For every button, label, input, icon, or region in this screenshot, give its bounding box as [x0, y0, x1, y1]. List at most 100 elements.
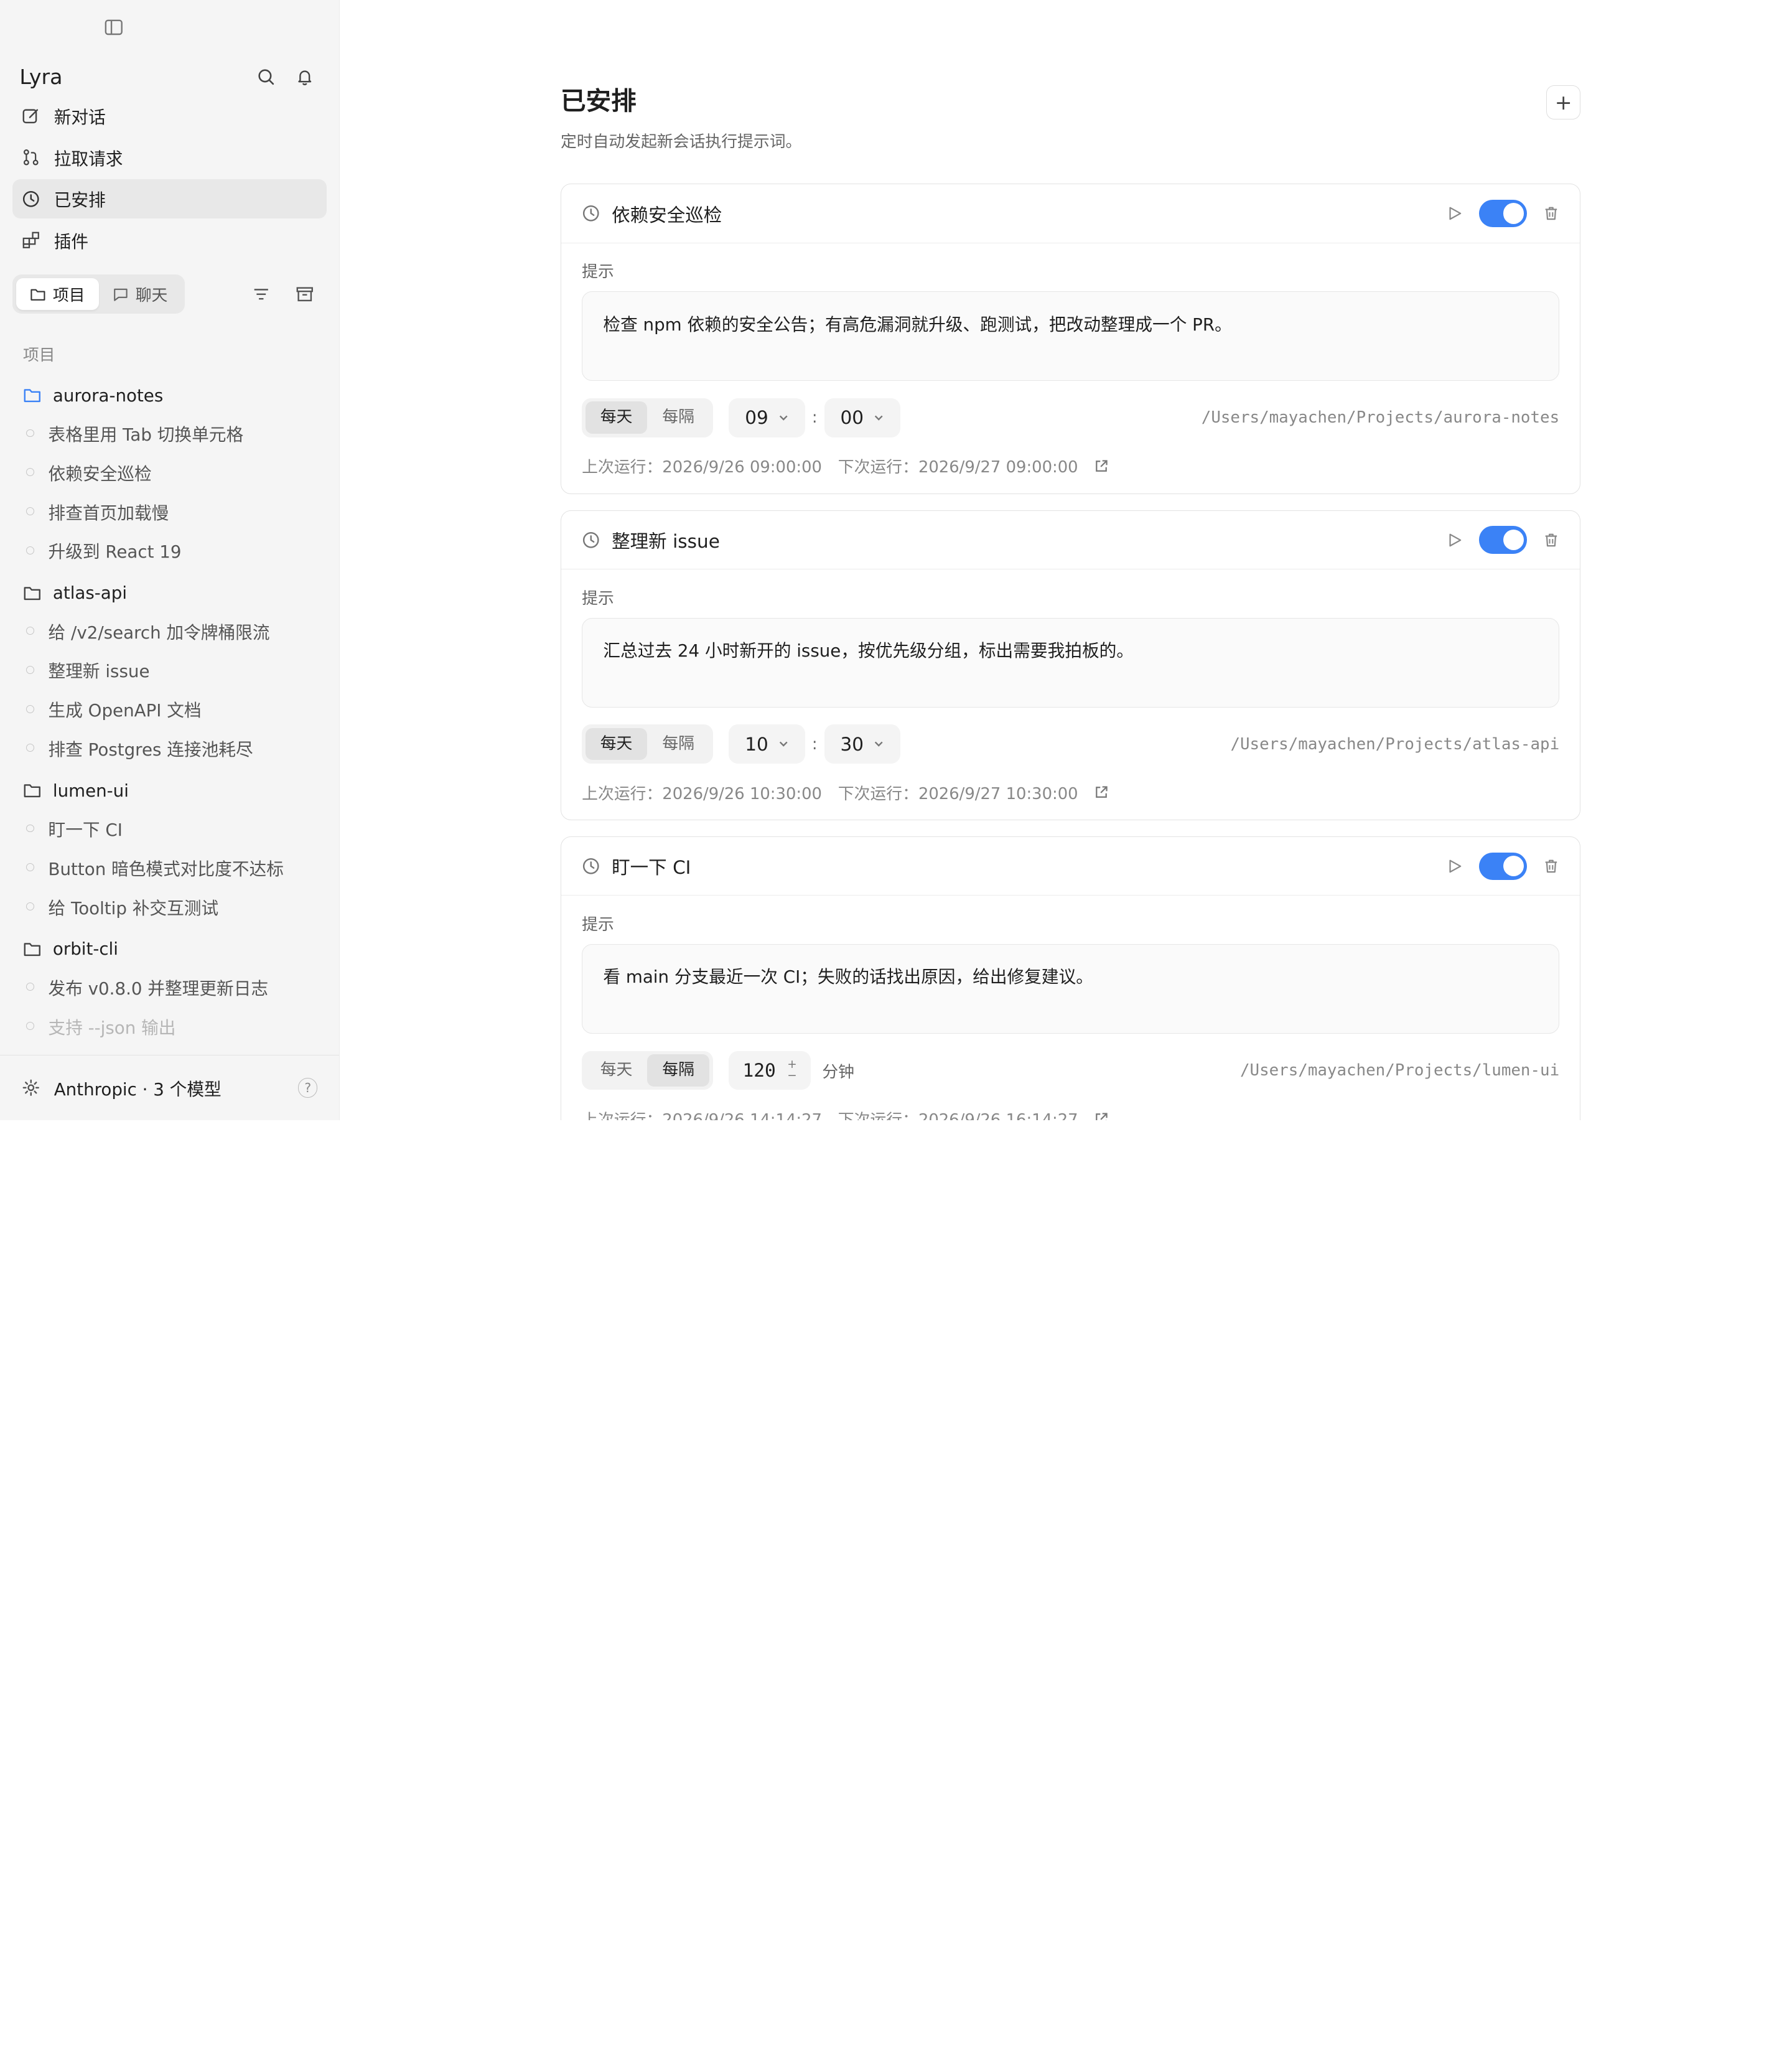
mode-interval-button[interactable]: 每隔: [647, 401, 709, 434]
next-run-value: 2026/9/26 16:14:27: [918, 1111, 1078, 1120]
working-directory[interactable]: /Users/mayachen/Projects/lumen-ui: [1240, 1061, 1559, 1080]
status-dot: [26, 546, 35, 554]
segment-label: 聊天: [135, 286, 168, 306]
external-link-icon[interactable]: [1094, 459, 1109, 474]
prompt-label: 提示: [582, 263, 614, 282]
prompt-field[interactable]: 检查 npm 依赖的安全公告；有高危漏洞就升级、跑测试，把改动整理成一个 PR。: [582, 291, 1560, 381]
mode-daily-button[interactable]: 每天: [585, 728, 648, 760]
project-folder[interactable]: aurora-notes: [12, 377, 327, 414]
clock-icon: [583, 531, 599, 548]
clock-icon: [23, 190, 39, 207]
list-item[interactable]: 给 Tooltip 补交互测试: [12, 887, 327, 926]
chevron-down-icon: [779, 741, 788, 747]
status-dot: [26, 824, 35, 833]
hour-select[interactable]: 10: [729, 724, 805, 764]
last-run-label: 上次运行：: [582, 1111, 662, 1120]
folder-icon: [24, 943, 40, 957]
prompt-label: 提示: [582, 915, 614, 935]
help-icon[interactable]: ?: [298, 1078, 318, 1098]
list-item[interactable]: 整理新 issue: [12, 650, 327, 690]
list-item[interactable]: 表格里用 Tab 切换单元格: [12, 414, 327, 453]
bell-icon[interactable]: [294, 65, 317, 88]
project-tree: 项目 aurora-notes 表格里用 Tab 切换单元格 依赖安全巡检 排查…: [12, 340, 327, 1052]
nav-label: 新对话: [54, 107, 106, 128]
mode-daily-button[interactable]: 每天: [586, 1054, 648, 1087]
working-directory[interactable]: /Users/mayachen/Projects/atlas-api: [1230, 735, 1559, 754]
working-directory[interactable]: /Users/mayachen/Projects/aurora-notes: [1202, 408, 1559, 427]
app-brand: Lyra: [19, 65, 63, 90]
enable-toggle[interactable]: [1478, 199, 1528, 228]
time-separator: :: [811, 734, 818, 754]
list-item[interactable]: 支持 --json 输出: [12, 1006, 327, 1046]
status-dot: [26, 627, 35, 635]
minute-value: 30: [840, 733, 864, 755]
schedule-row: 每天 每隔 120 + − 分钟 /Users/mayachen/Projects…: [582, 1050, 1559, 1091]
next-run-label: 下次运行：: [838, 458, 918, 477]
status-dot: [26, 507, 35, 515]
last-run-value: 2026/9/26 09:00:00: [662, 458, 822, 477]
enable-toggle[interactable]: [1478, 852, 1528, 880]
list-item[interactable]: 排查 Postgres 连接池耗尽: [12, 728, 327, 767]
project-folder[interactable]: atlas-api: [12, 574, 327, 611]
segment-chats[interactable]: 聊天: [99, 278, 182, 311]
sidebar-footer[interactable]: Anthropic · 3 个模型 ?: [0, 1054, 340, 1121]
status-dot: [26, 1022, 35, 1030]
card-title: 盯一下 CI: [612, 857, 691, 879]
status-dot: [26, 744, 35, 752]
list-item[interactable]: 生成 OpenAPI 文档: [12, 690, 327, 729]
gear-icon[interactable]: [22, 1078, 40, 1097]
trash-icon[interactable]: [1543, 532, 1559, 548]
prompt-field[interactable]: 看 main 分支最近一次 CI；失败的话找出原因，给出修复建议。: [582, 943, 1560, 1034]
task-label: 生成 OpenAPI 文档: [48, 700, 202, 721]
external-link-icon[interactable]: [1094, 785, 1109, 800]
project-name: orbit-cli: [52, 938, 118, 960]
mode-interval-button[interactable]: 每隔: [647, 1054, 709, 1087]
play-icon[interactable]: [1447, 858, 1463, 874]
stepper-arrows[interactable]: + −: [787, 1059, 796, 1082]
filter-icon[interactable]: [250, 283, 273, 306]
folder-icon: [24, 389, 40, 403]
nav-scheduled[interactable]: 已安排: [12, 179, 327, 218]
chevron-down-icon: [779, 415, 788, 421]
minute-select[interactable]: 30: [824, 724, 901, 764]
decrement-icon[interactable]: −: [787, 1070, 796, 1082]
nav-plugins[interactable]: 插件: [12, 220, 327, 260]
nav-new-chat[interactable]: 新对话: [12, 96, 327, 136]
segment-projects[interactable]: 项目: [16, 278, 99, 311]
minute-select[interactable]: 00: [824, 398, 901, 437]
list-item[interactable]: 给 /v2/search 加令牌桶限流: [12, 611, 327, 650]
sidebar: Lyra 新对话 拉取请求 已安排 插件 项目 聊天 项目 aurora-not…: [0, 0, 340, 1121]
archive-icon[interactable]: [294, 283, 317, 306]
list-item[interactable]: Button 暗色模式对比度不达标: [12, 848, 327, 887]
mode-interval-button[interactable]: 每隔: [647, 728, 709, 760]
list-item[interactable]: 盯一下 CI: [12, 809, 327, 848]
list-item[interactable]: 排查首页加载慢: [12, 492, 327, 531]
chevron-down-icon: [874, 415, 883, 421]
trash-icon[interactable]: [1543, 205, 1559, 222]
hour-select[interactable]: 09: [729, 398, 805, 437]
list-item[interactable]: 升级到 React 19: [12, 531, 327, 570]
play-icon[interactable]: [1447, 532, 1463, 548]
compose-icon: [22, 109, 39, 123]
model-provider-label: Anthropic · 3 个模型: [54, 1078, 222, 1100]
play-icon[interactable]: [1447, 205, 1463, 222]
prompt-field[interactable]: 汇总过去 24 小时新开的 issue，按优先级分组，标出需要我拍板的。: [582, 617, 1560, 708]
search-icon[interactable]: [254, 65, 278, 88]
list-item[interactable]: 依赖安全巡检: [12, 452, 327, 492]
task-label: 给 Tooltip 补交互测试: [48, 897, 219, 919]
enable-toggle[interactable]: [1478, 526, 1528, 554]
last-run-value: 2026/9/26 10:30:00: [662, 784, 822, 803]
project-folder[interactable]: lumen-ui: [12, 772, 327, 809]
project-folder[interactable]: orbit-cli: [12, 930, 327, 967]
external-link-icon[interactable]: [1094, 1111, 1109, 1121]
schedule-card: 整理新 issue 提示 汇总过去 24 小时新开的 issue，按优先级分组，…: [560, 510, 1581, 821]
mode-daily-button[interactable]: 每天: [585, 401, 648, 434]
list-item[interactable]: 发布 v0.8.0 并整理更新日志: [12, 967, 327, 1006]
page-header: 已安排 定时自动发起新会话执行提示词。 +: [560, 85, 1581, 152]
sidebar-toggle-icon[interactable]: [105, 19, 125, 37]
add-schedule-button[interactable]: +: [1546, 85, 1581, 119]
nav-pull-requests[interactable]: 拉取请求: [12, 138, 327, 177]
page-title: 已安排: [560, 85, 637, 116]
trash-icon[interactable]: [1543, 858, 1559, 874]
interval-stepper[interactable]: 120 + −: [729, 1050, 811, 1090]
